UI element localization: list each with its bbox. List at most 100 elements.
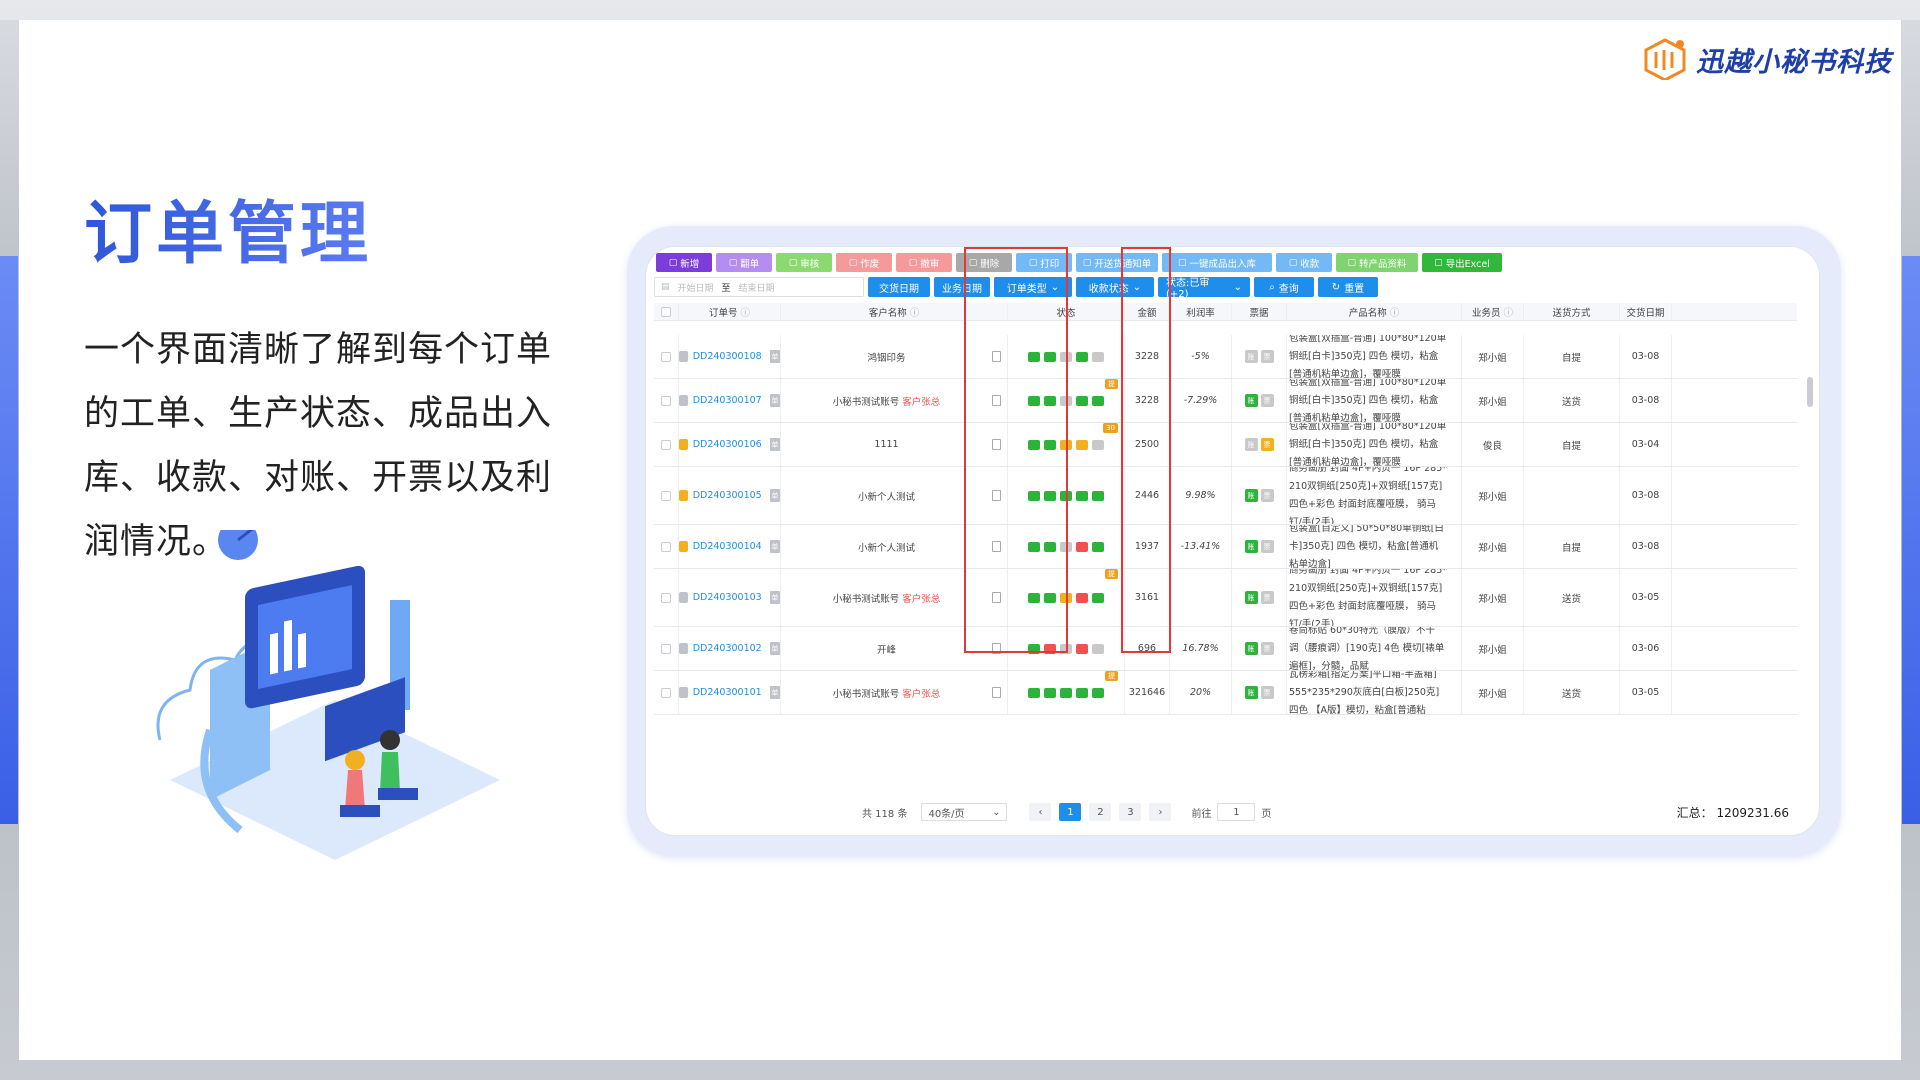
status-step-icon[interactable] (1076, 541, 1088, 552)
status-step-icon[interactable] (1092, 395, 1104, 406)
reset-button[interactable]: ↻ 重置 (1318, 277, 1378, 297)
status-step-icon[interactable] (1060, 643, 1072, 654)
toolbar-button-2[interactable]: ▢ 翻单 (716, 253, 772, 272)
work-order-icon[interactable]: 单 (769, 540, 780, 553)
status-step-icon[interactable] (1076, 439, 1088, 450)
status-step-icon[interactable] (1060, 490, 1072, 501)
row-checkbox[interactable] (661, 490, 671, 501)
toolbar-button-8[interactable]: ▢ 开送货通知单 (1076, 253, 1158, 272)
reconcile-icon[interactable]: 账 (1244, 350, 1258, 363)
order-number-link[interactable]: DD240300104 (693, 541, 762, 552)
status-step-icon[interactable] (1028, 490, 1040, 501)
select-all-checkbox[interactable] (661, 306, 671, 317)
note-icon[interactable] (992, 490, 1001, 501)
table-row[interactable]: DD240300103 单 小秘书测试账号 客户张总 提 3161 账票 商务画册… (654, 569, 1797, 627)
toolbar-button-9[interactable]: ▢ 一键成品出入库 (1162, 253, 1272, 272)
delivery-date-button[interactable]: 交货日期 (868, 277, 930, 297)
page-2[interactable]: 2 (1089, 803, 1112, 821)
work-order-icon[interactable]: 单 (769, 394, 780, 407)
toolbar-button-3[interactable]: ▢ 审核 (776, 253, 832, 272)
status-step-icon[interactable] (1028, 592, 1040, 603)
invoice-icon[interactable]: 票 (1260, 642, 1274, 655)
salesperson-cell[interactable]: 郑小姐 (1462, 379, 1524, 422)
payment-status-dropdown[interactable]: 收款状态 ⌄ (1076, 277, 1154, 297)
row-checkbox[interactable] (661, 687, 671, 698)
toolbar-button-11[interactable]: ▢ 转产品资料 (1336, 253, 1418, 272)
table-row[interactable]: DD240300105 单 小新个人测试 2446 9.98% 账票 商务画册 封… (654, 467, 1797, 525)
reconcile-icon[interactable]: 账 (1244, 489, 1258, 502)
toolbar-button-4[interactable]: ▢ 作废 (836, 253, 892, 272)
toolbar-button-7[interactable]: ▢ 打印 (1016, 253, 1072, 272)
status-step-icon[interactable] (1044, 541, 1056, 552)
order-number-link[interactable]: DD240300107 (693, 395, 762, 406)
order-number-link[interactable]: DD240300101 (693, 687, 762, 698)
note-icon[interactable] (992, 687, 1001, 698)
salesperson-cell[interactable]: 郑小姐 (1462, 569, 1524, 626)
work-order-icon[interactable]: 单 (769, 591, 780, 604)
row-checkbox[interactable] (661, 541, 671, 552)
row-checkbox[interactable] (661, 643, 671, 654)
status-step-icon[interactable] (1044, 439, 1056, 450)
order-number-link[interactable]: DD240300105 (693, 490, 762, 501)
status-step-icon[interactable] (1076, 643, 1088, 654)
row-checkbox[interactable] (661, 439, 671, 450)
toolbar-button-6[interactable]: ▢ 删除 (956, 253, 1012, 272)
toolbar-button-12[interactable]: ▢ 导出Excel (1422, 253, 1502, 272)
table-row[interactable]: DD240300101 单 小秘书测试账号 客户张总 提 321646 20% 账… (654, 671, 1797, 715)
row-checkbox[interactable] (661, 395, 671, 406)
status-step-icon[interactable] (1076, 351, 1088, 362)
toolbar-button-10[interactable]: ▢ 收款 (1276, 253, 1332, 272)
salesperson-cell[interactable]: 郑小姐 (1462, 335, 1524, 378)
col-salesperson[interactable]: 业务员 ⓘ (1462, 303, 1524, 320)
status-step-icon[interactable] (1028, 439, 1040, 450)
prev-page-button[interactable]: ‹ (1029, 803, 1052, 821)
order-number-link[interactable]: DD240300108 (693, 351, 762, 362)
reconcile-icon[interactable]: 账 (1244, 642, 1258, 655)
status-step-icon[interactable] (1092, 439, 1104, 450)
status-step-icon[interactable] (1076, 395, 1088, 406)
next-page-button[interactable]: › (1149, 803, 1172, 821)
status-filter-dropdown[interactable]: 状态:已审(+2) ⌄ (1158, 277, 1250, 300)
note-icon[interactable] (992, 395, 1001, 406)
toolbar-button-5[interactable]: ▢ 撤审 (896, 253, 952, 272)
invoice-icon[interactable]: 票 (1260, 438, 1274, 451)
status-step-icon[interactable] (1060, 687, 1072, 698)
business-date-button[interactable]: 业务日期 (934, 277, 990, 297)
page-3[interactable]: 3 (1119, 803, 1142, 821)
status-step-icon[interactable] (1028, 687, 1040, 698)
invoice-icon[interactable]: 票 (1260, 686, 1274, 699)
invoice-icon[interactable]: 票 (1260, 489, 1274, 502)
status-step-icon[interactable] (1044, 490, 1056, 501)
page-1[interactable]: 1 (1059, 803, 1082, 821)
reconcile-icon[interactable]: 账 (1244, 438, 1258, 451)
note-icon[interactable] (992, 351, 1001, 362)
salesperson-cell[interactable]: 郑小姐 (1462, 627, 1524, 670)
row-checkbox[interactable] (661, 592, 671, 603)
salesperson-cell[interactable]: 俊良 (1462, 423, 1524, 466)
reconcile-icon[interactable]: 账 (1244, 591, 1258, 604)
status-step-icon[interactable] (1044, 687, 1056, 698)
order-type-dropdown[interactable]: 订单类型 ⌄ (994, 277, 1072, 297)
note-icon[interactable] (992, 439, 1001, 450)
status-step-icon[interactable] (1060, 351, 1072, 362)
salesperson-cell[interactable]: 郑小姐 (1462, 525, 1524, 568)
table-row[interactable]: DD240300106 单 1111 30 2500 账票 包装盒[双插盒-普通]… (654, 423, 1797, 467)
status-step-icon[interactable] (1092, 643, 1104, 654)
order-number-link[interactable]: DD240300102 (693, 643, 762, 654)
status-step-icon[interactable] (1092, 541, 1104, 552)
search-button[interactable]: ⌕ 查询 (1254, 277, 1314, 297)
status-step-icon[interactable] (1060, 395, 1072, 406)
status-step-icon[interactable] (1076, 687, 1088, 698)
work-order-icon[interactable]: 单 (769, 438, 780, 451)
reconcile-icon[interactable]: 账 (1244, 540, 1258, 553)
status-step-icon[interactable] (1060, 541, 1072, 552)
goto-page-input[interactable]: 1 (1217, 803, 1256, 821)
work-order-icon[interactable]: 单 (769, 686, 780, 699)
status-step-icon[interactable] (1028, 395, 1040, 406)
vertical-scrollbar[interactable] (1807, 377, 1813, 407)
reconcile-icon[interactable]: 账 (1244, 686, 1258, 699)
row-checkbox[interactable] (661, 351, 671, 362)
status-step-icon[interactable] (1028, 541, 1040, 552)
table-row[interactable]: DD240300104 单 小新个人测试 1937 -13.41% 账票 包装盒[… (654, 525, 1797, 569)
col-product[interactable]: 产品名称 ⓘ (1287, 303, 1462, 320)
